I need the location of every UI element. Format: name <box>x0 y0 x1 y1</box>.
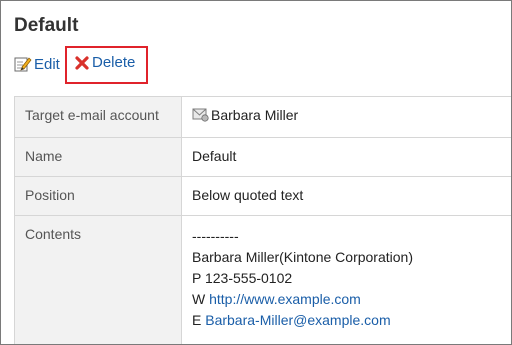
delete-button[interactable]: Delete <box>75 54 135 71</box>
signature-name-line: Barbara Miller(Kintone Corporation) <box>192 249 413 265</box>
position-label: Position <box>14 176 182 216</box>
name-value: Default <box>181 137 511 177</box>
email-link[interactable]: Barbara-Miller@example.com <box>205 312 390 328</box>
edit-label: Edit <box>34 55 60 73</box>
contents-label: Contents <box>14 215 182 344</box>
signature-separator: ---------- <box>192 228 239 244</box>
signature-details-table: Target e-mail account Barbara Miller Nam… <box>14 96 511 344</box>
website-link[interactable]: http://www.example.com <box>209 291 361 307</box>
target-account-name: Barbara Miller <box>211 107 299 123</box>
signature-phone-line: P 123-555-0102 <box>192 270 293 286</box>
web-prefix: W <box>192 291 210 307</box>
mail-account-icon <box>192 107 210 123</box>
target-account-value: Barbara Miller <box>192 107 298 123</box>
delete-x-icon <box>75 55 89 70</box>
signature-web-line: W http://www.example.com <box>192 289 511 310</box>
window-frame: Default Edit Delete Target e-mail accoun… <box>0 0 512 345</box>
email-prefix: E <box>192 312 206 328</box>
edit-pencil-icon <box>14 55 32 73</box>
signature-email-line: E Barbara-Miller@example.com <box>192 310 511 331</box>
row-contents: Contents ---------- Barbara Miller(Kinto… <box>14 215 511 344</box>
contents-value: ---------- Barbara Miller(Kintone Corpor… <box>181 215 511 344</box>
delete-label: Delete <box>92 54 136 71</box>
row-position: Position Below quoted text <box>14 176 511 216</box>
toolbar: Edit <box>14 54 60 74</box>
target-account-label: Target e-mail account <box>14 96 182 138</box>
page-title: Default <box>14 15 79 36</box>
name-label: Name <box>14 137 182 177</box>
edit-button[interactable]: Edit <box>14 55 60 73</box>
row-target-account: Target e-mail account Barbara Miller <box>14 96 511 138</box>
row-name: Name Default <box>14 137 511 177</box>
position-value: Below quoted text <box>181 176 511 216</box>
